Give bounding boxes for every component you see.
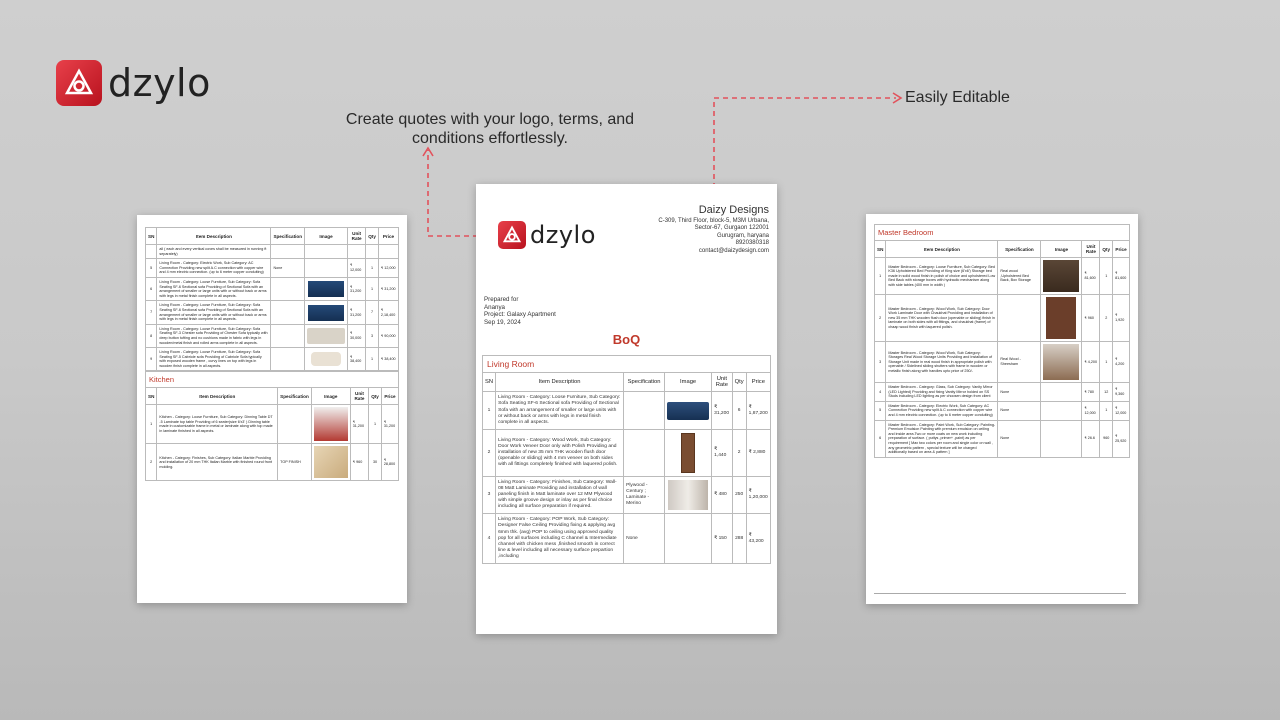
- section-master-bedroom: Master Bedroom: [874, 224, 1130, 241]
- table-row: 8 Living Room - Category: Loose Furnitur…: [144, 323, 400, 349]
- table-row[interactable]: 1 Living Room - Category: Loose Furnitur…: [481, 391, 772, 430]
- item-image: [304, 323, 349, 349]
- table-row: 4 Master Bedroom - Category: Glass, Sub …: [873, 382, 1130, 402]
- col-image: Image: [304, 227, 349, 245]
- item-image: [664, 475, 713, 515]
- table-row: 6 Master Bedroom - Category: Paint Work,…: [873, 419, 1130, 458]
- boq-table-left: SN Item Description Specification Image …: [144, 227, 400, 372]
- dzylo-logo-icon: [498, 221, 526, 249]
- table-row: 7 Living Room - Category: Loose Furnitur…: [144, 300, 400, 325]
- table-row: 6 Living Room - Category: Loose Furnitur…: [144, 276, 400, 302]
- col-image: Image: [664, 372, 713, 393]
- table-row: 1 Kitchen - Category: Loose Furniture, S…: [144, 404, 400, 445]
- col-sn: SN: [481, 372, 497, 393]
- quote-page-right: Master Bedroom SN Item Description Speci…: [866, 214, 1138, 604]
- prepared-for: Prepared for Ananya Project: Galaxy Apar…: [484, 296, 556, 326]
- item-image: [310, 443, 351, 482]
- col-price: Price: [745, 372, 772, 393]
- quote-page-main[interactable]: dzylo Daizy Designs C-309, Third Floor, …: [476, 184, 777, 634]
- quote-brand-name: dzylo: [530, 221, 596, 249]
- table-row[interactable]: 2 Living Room - Category: Wood Work, Sub…: [481, 428, 772, 477]
- quote-page-left: SN Item Description Specification Image …: [137, 215, 407, 603]
- item-image: [304, 300, 349, 325]
- col-specification: Specification: [623, 372, 666, 393]
- col-description: Item Description: [495, 372, 625, 393]
- table-row: 5 Master Bedroom - Category: Electric Wo…: [873, 400, 1130, 421]
- col-unit-rate: Unit Rate: [347, 227, 367, 245]
- table-row: 2 Master Bedroom - Category: Wood Work, …: [873, 294, 1130, 342]
- table-row: 5 Living Room - Category: Electric Work,…: [144, 258, 400, 278]
- item-image: [304, 276, 349, 302]
- item-image: [304, 347, 349, 372]
- section-kitchen: Kitchen: [145, 371, 399, 389]
- boq-table-bedroom: Master Bedroom SN Item Description Speci…: [873, 224, 1130, 458]
- col-description: Item Description: [156, 227, 272, 245]
- table-row[interactable]: 3 Living Room - Category: Finishes, Sub …: [481, 475, 772, 515]
- boq-table-kitchen: Kitchen SN Item Description Specificatio…: [144, 371, 400, 482]
- col-qty: Qty: [731, 372, 747, 393]
- boq-title: BoQ: [612, 332, 641, 348]
- col-price: Price: [377, 227, 400, 245]
- page-footer-line: [874, 593, 1126, 594]
- table-row: 3 Master Bedroom - Category: Wood Work, …: [873, 341, 1130, 383]
- item-image: [1040, 294, 1083, 342]
- section-living-room: Living Room: [482, 355, 771, 374]
- company-details: Daizy Designs C-309, Third Floor, block-…: [658, 204, 769, 254]
- item-image: [1040, 341, 1083, 383]
- item-image: [664, 428, 713, 477]
- col-sn: SN: [144, 227, 158, 245]
- table-row: 2 Kitchen - Category: Finishes, Sub Cate…: [144, 443, 400, 482]
- table-row[interactable]: 4 Living Room - Category: POP Work, Sub …: [481, 513, 772, 564]
- item-image: [1040, 257, 1083, 295]
- quote-logo: dzylo: [498, 221, 596, 249]
- item-image: [664, 391, 713, 430]
- table-row: 1 Master Bedroom - Category: Loose Furni…: [873, 257, 1130, 295]
- item-image: [310, 404, 351, 445]
- table-row: 9 Living Room - Category: Loose Furnitur…: [144, 347, 400, 372]
- col-unit-rate: Unit Rate: [711, 372, 733, 393]
- col-specification: Specification: [270, 227, 306, 245]
- table-row: all ( each and every vertical coves shal…: [144, 243, 400, 260]
- col-qty: Qty: [365, 227, 379, 245]
- boq-table-main: Living Room SN Item Description Specific…: [481, 355, 772, 564]
- company-name: Daizy Designs: [698, 204, 769, 216]
